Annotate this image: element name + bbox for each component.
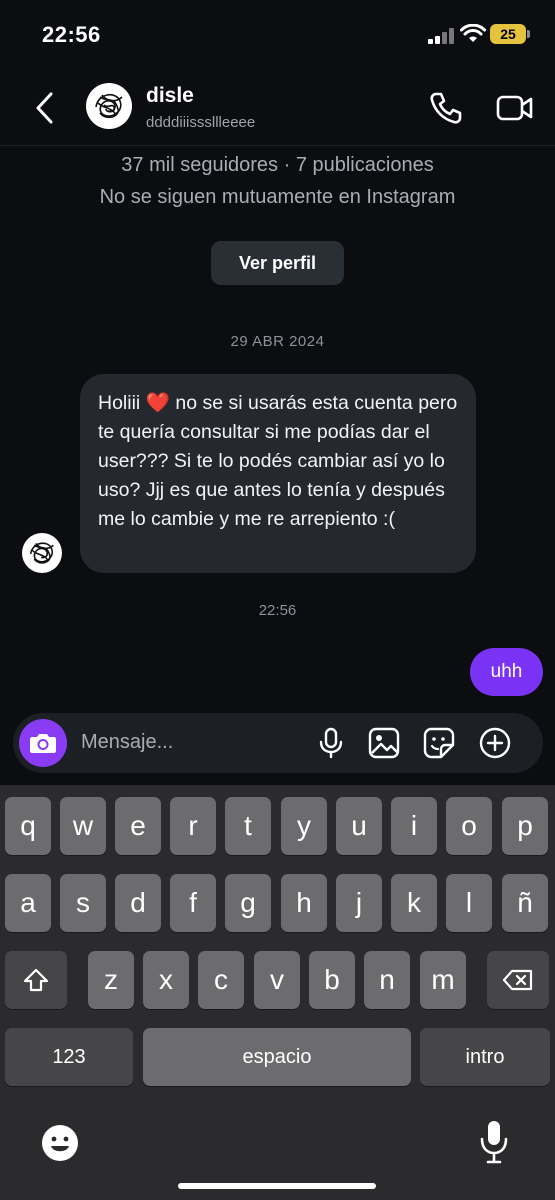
space-key[interactable]: espacio [143,1028,411,1086]
key-l[interactable]: l [446,874,492,932]
shift-key[interactable] [5,951,67,1009]
back-arrow-icon[interactable] [30,90,60,126]
keyboard: q w e r t y u i o p a s d f g h j k l ñ … [0,785,555,1200]
key-w[interactable]: w [60,797,106,855]
sender-avatar[interactable] [22,533,62,573]
key-e[interactable]: e [115,797,161,855]
chat-header: disle ddddiiisssllleeee [0,70,555,146]
view-profile-button[interactable]: Ver perfil [211,241,344,285]
key-o[interactable]: o [446,797,492,855]
key-m[interactable]: m [420,951,466,1009]
key-enye[interactable]: ñ [502,874,548,932]
key-g[interactable]: g [225,874,271,932]
battery-icon: 25 [490,24,530,44]
shift-icon [23,968,49,992]
key-q[interactable]: q [5,797,51,855]
key-n[interactable]: n [364,951,410,1009]
home-indicator[interactable] [178,1183,376,1189]
return-key[interactable]: intro [420,1028,550,1086]
gallery-icon[interactable] [368,727,400,759]
message-text-lead: Holiii [98,392,141,414]
video-call-icon[interactable] [496,92,534,124]
follower-stats: 37 mil seguidores · 7 publicaciones [121,154,434,176]
phone-call-icon[interactable] [428,90,464,126]
numbers-key[interactable]: 123 [5,1028,133,1086]
contact-username[interactable]: ddddiiisssllleeee [146,114,255,131]
key-y[interactable]: y [281,797,327,855]
key-v[interactable]: v [254,951,300,1009]
key-p[interactable]: p [502,797,548,855]
dictation-microphone-icon[interactable] [478,1119,510,1165]
camera-button[interactable] [19,719,67,767]
wifi-icon [460,24,486,42]
message-composer [13,713,543,773]
avatar[interactable] [86,83,132,129]
key-z[interactable]: z [88,951,134,1009]
signal-icon [428,28,456,44]
key-j[interactable]: j [336,874,382,932]
camera-icon [30,734,56,753]
backspace-icon [502,969,533,991]
key-k[interactable]: k [391,874,437,932]
key-d[interactable]: d [115,874,161,932]
status-time: 22:56 [42,22,101,47]
message-timestamp: 22:56 [258,602,297,619]
key-a[interactable]: a [5,874,51,932]
backspace-key[interactable] [487,951,549,1009]
emoji-icon[interactable] [40,1123,80,1163]
key-h[interactable]: h [281,874,327,932]
key-s[interactable]: s [60,874,106,932]
mutual-follow-note: No se siguen mutuamente en Instagram [99,186,456,208]
key-t[interactable]: t [225,797,271,855]
status-bar: 22:56 25 [0,0,555,70]
add-icon[interactable] [479,727,511,759]
key-c[interactable]: c [198,951,244,1009]
contact-name[interactable]: disle [146,84,194,108]
sticker-icon[interactable] [423,727,455,759]
microphone-icon[interactable] [315,727,347,759]
key-f[interactable]: f [170,874,216,932]
message-input[interactable] [81,731,301,754]
key-u[interactable]: u [336,797,382,855]
key-r[interactable]: r [170,797,216,855]
key-x[interactable]: x [143,951,189,1009]
key-i[interactable]: i [391,797,437,855]
key-b[interactable]: b [309,951,355,1009]
heart-emoji: ❤️ [145,392,170,414]
outgoing-message[interactable]: uhh [470,648,543,696]
date-separator: 29 ABR 2024 [230,333,325,350]
incoming-message[interactable]: Holiii ❤️ no se si usarás esta cuenta pe… [80,374,476,573]
